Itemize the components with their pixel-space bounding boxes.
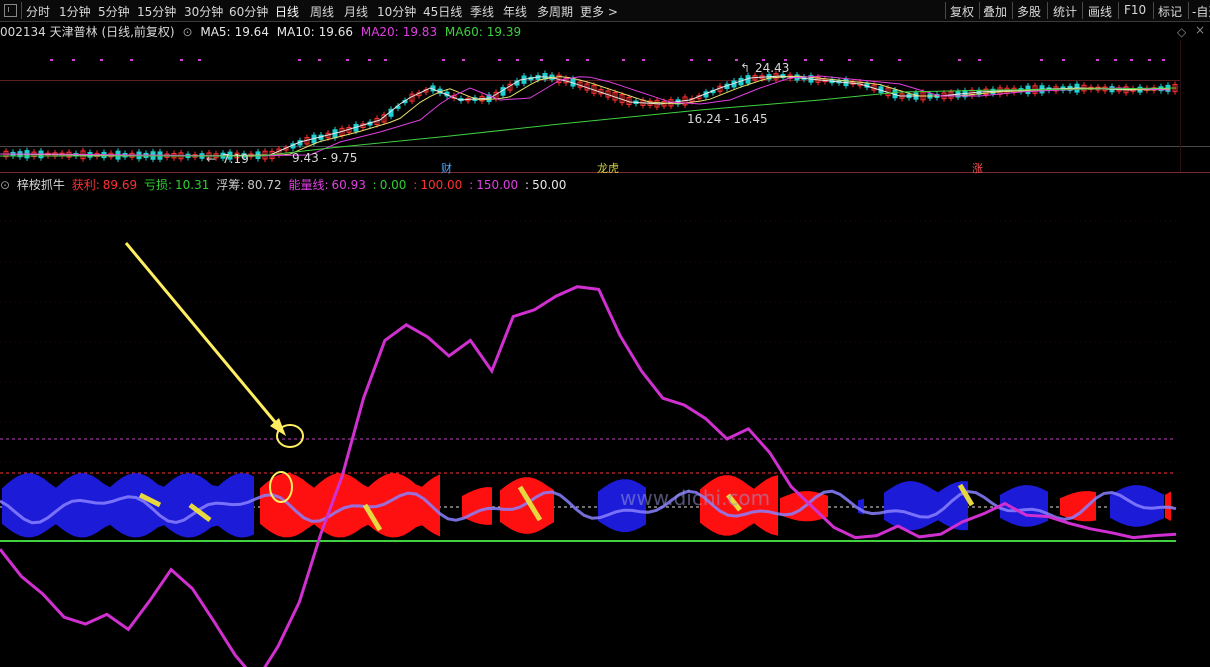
signal-dot: [622, 59, 625, 61]
signal-dot: [462, 59, 465, 61]
signal-dot: [1130, 59, 1133, 61]
signal-dot: [898, 59, 901, 61]
signal-dot: [198, 59, 201, 61]
gap-range-label: 9.43 - 9.75: [292, 151, 358, 165]
float-chips-value: 80.72: [247, 178, 282, 192]
signal-dot: [708, 59, 711, 61]
signal-dot: [735, 59, 738, 61]
loss-value: 10.31: [175, 178, 210, 192]
low-range-label: 16.24 - 16.45: [687, 112, 768, 126]
kline-chart: [0, 59, 1178, 667]
signal-dot: [870, 59, 873, 61]
float-chips-label: 浮筹:: [216, 178, 245, 192]
signal-dot: [586, 59, 589, 61]
signal-dot: [368, 59, 371, 61]
signal-dot: [1148, 59, 1151, 61]
signal-dot: [298, 59, 301, 61]
signal-dot: [1062, 59, 1065, 61]
line150-value: 150.00: [476, 178, 519, 192]
signal-dot: [384, 59, 387, 61]
signal-dot: [1096, 59, 1099, 61]
line50-value: 50.00: [532, 178, 567, 192]
energy-red-band: [1060, 491, 1096, 522]
line0-label: :: [372, 178, 377, 192]
energy-red-band: [462, 487, 492, 525]
signal-dot: [442, 59, 445, 61]
signal-dot: [1040, 59, 1043, 61]
signal-dot: [498, 59, 501, 61]
signal-dot: [318, 59, 321, 61]
indicator-marks: [0, 220, 1177, 667]
line100-value: 100.00: [420, 178, 463, 192]
signal-dot: [72, 59, 75, 61]
signal-dot: [978, 59, 981, 61]
high-arrow-icon: ↰: [740, 61, 751, 75]
energy-value: 60.93: [331, 178, 366, 192]
signal-dot: [180, 59, 183, 61]
signal-dot: [516, 59, 519, 61]
signal-dot: [100, 59, 103, 61]
event-limit-up-icon[interactable]: 涨: [971, 160, 984, 176]
energy-line: [0, 285, 1177, 667]
line150-label: :: [469, 178, 474, 192]
signal-dot: [958, 59, 961, 61]
low-arrow-icon: ←: [206, 152, 217, 166]
signal-dot: [130, 59, 133, 61]
low-price-label: 7.19: [222, 152, 249, 166]
signal-dot: [690, 59, 693, 61]
line0-value: 0.00: [379, 178, 407, 192]
signal-dot: [566, 59, 569, 61]
line100-label: :: [413, 178, 418, 192]
signal-dot: [1114, 59, 1117, 61]
energy-label: 能量线:: [288, 178, 329, 192]
annotation-circle: [276, 424, 304, 448]
signal-dot: [642, 59, 645, 61]
event-finance-icon[interactable]: 财: [440, 160, 453, 176]
energy-blue-band: [2, 473, 254, 538]
signal-dot: [820, 59, 823, 61]
indicator-name: 梓桉抓牛: [16, 178, 65, 192]
energy-blue-band: [884, 481, 968, 531]
signal-dot: [346, 59, 349, 61]
profit-value: 89.69: [102, 178, 138, 192]
signal-dot: [804, 59, 807, 61]
kline-marks: [0, 59, 1178, 163]
indicator-info-bar: ⊙ 梓桉抓牛 获利: 89.69 亏损: 10.31 浮筹: 80.72 能量线: 60…: [0, 176, 569, 192]
ma60-line: [0, 87, 1177, 157]
profit-label: 获利:: [71, 178, 100, 192]
loss-label: 亏损:: [143, 178, 173, 192]
high-price-label: 24.43: [755, 61, 790, 75]
signal-dot: [540, 59, 543, 61]
collapse-icon[interactable]: ⊙: [0, 178, 10, 192]
signal-dot: [1162, 59, 1165, 61]
energy-red-band: [500, 477, 554, 534]
signal-dot: [848, 59, 851, 61]
event-dragon-tiger-icon[interactable]: 龙虎: [596, 160, 620, 176]
annotation-arrow: [124, 242, 282, 429]
line50-label: :: [525, 178, 530, 192]
signal-dot: [50, 59, 53, 61]
watermark: www.dichi.com: [620, 486, 771, 510]
